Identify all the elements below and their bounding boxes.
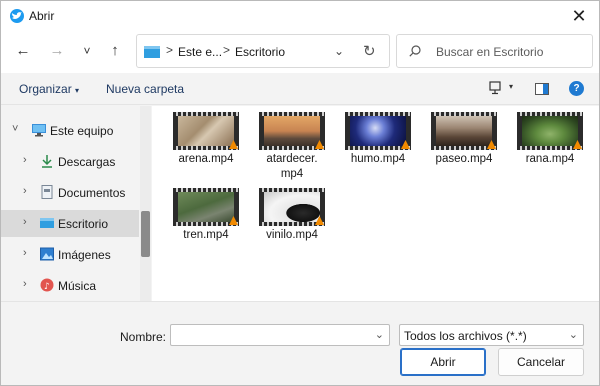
video-thumbnail	[517, 112, 583, 150]
file-item[interactable]: rana.mp4	[510, 106, 590, 176]
sidebar-item-label: Imágenes	[58, 248, 111, 262]
file-name-input[interactable]: ⌄	[170, 324, 390, 346]
sidebar-item-label: Este equipo	[50, 124, 114, 138]
close-icon[interactable]: ✕	[569, 6, 589, 26]
organize-label: Organizar	[19, 82, 72, 96]
recent-locations-chevron-icon[interactable]: ˅	[77, 41, 97, 61]
folder-icon	[144, 46, 160, 58]
breadcrumb-separator: >	[166, 43, 174, 57]
title-bar: Abrir ✕	[1, 1, 599, 31]
dialog-footer: Nombre: ⌄ Todos los archivos (*.*) ⌄ Abr…	[1, 301, 599, 385]
new-folder-button[interactable]: Nueva carpeta	[106, 82, 184, 96]
video-thumbnail	[259, 188, 325, 226]
sidebar-item-label: Escritorio	[58, 217, 109, 231]
sidebar-item-este-equipo[interactable]: ˅ Este equipo	[1, 117, 139, 144]
open-file-dialog: Abrir ✕ ← → ˅ ↑ > Este e... > Escritorio…	[0, 0, 600, 386]
svg-text:♪: ♪	[44, 282, 50, 292]
preview-pane-button[interactable]	[535, 83, 549, 98]
file-item[interactable]: humo.mp4	[338, 106, 418, 176]
file-name: paseo.mp4	[435, 153, 493, 165]
navigation-pane: ˅ Este equipo › Descargas › Documentos ›…	[1, 106, 152, 301]
expand-chevron-icon[interactable]: ›	[23, 185, 27, 197]
breadcrumb-escritorio[interactable]: Escritorio	[235, 45, 285, 59]
view-options-button[interactable]	[489, 81, 501, 98]
pc-icon	[32, 124, 46, 137]
sidebar-item-escritorio[interactable]: › Escritorio	[1, 210, 139, 237]
sidebar-item-musica[interactable]: › ♪ Música	[1, 272, 139, 299]
open-button[interactable]: Abrir	[400, 348, 486, 376]
sidebar-item-label: Música	[58, 279, 97, 293]
breadcrumb-separator: >	[223, 43, 231, 57]
file-item[interactable]: paseo.mp4	[424, 106, 504, 176]
sidebar-scrollbar-track[interactable]	[140, 106, 151, 301]
video-thumbnail	[259, 112, 325, 150]
sidebar-item-label: Documentos	[58, 186, 126, 200]
desktop-icon	[40, 218, 54, 228]
file-name-label: Nombre:	[120, 330, 167, 344]
navigation-bar: ← → ˅ ↑ > Este e... > Escritorio ⌄ ↻	[1, 31, 599, 73]
refresh-icon[interactable]: ↻	[363, 42, 376, 60]
sidebar-item-imagenes[interactable]: › Imágenes	[1, 241, 139, 268]
file-type-value: Todos los archivos (*.*)	[404, 329, 527, 343]
file-item[interactable]: arena.mp4	[166, 106, 246, 176]
expand-chevron-icon[interactable]: ›	[23, 278, 27, 290]
video-thumbnail	[345, 112, 411, 150]
file-name: tren.mp4	[183, 229, 229, 241]
file-item[interactable]: tren.mp4	[166, 182, 246, 252]
search-box[interactable]	[396, 34, 593, 68]
video-thumbnail	[431, 112, 497, 150]
file-type-chevron-icon: ⌄	[568, 329, 578, 341]
back-arrow-icon[interactable]: ←	[13, 41, 33, 61]
file-name: vinilo.mp4	[266, 229, 318, 241]
address-bar[interactable]: > Este e... > Escritorio ⌄ ↻	[136, 34, 390, 68]
video-thumbnail	[173, 112, 239, 150]
forward-arrow-icon[interactable]: →	[47, 41, 67, 61]
organize-button[interactable]: Organizar ▾	[19, 82, 79, 96]
file-name: humo.mp4	[350, 153, 406, 165]
expand-chevron-icon[interactable]: ˅	[12, 123, 18, 135]
breadcrumb-este-equipo[interactable]: Este e...	[178, 45, 222, 59]
preview-pane-icon	[535, 83, 549, 95]
up-arrow-icon[interactable]: ↑	[105, 41, 125, 61]
window-title: Abrir	[29, 9, 55, 23]
file-name: rana.mp4	[525, 153, 575, 165]
organize-caret-icon: ▾	[75, 86, 80, 95]
sidebar-scrollbar-thumb[interactable]	[141, 211, 150, 257]
file-name: atardecer. mp4	[252, 152, 332, 182]
download-icon	[42, 155, 52, 168]
address-dropdown-chevron-icon[interactable]: ⌄	[334, 44, 344, 58]
sidebar-item-documentos[interactable]: › Documentos	[1, 179, 139, 206]
search-icon	[409, 45, 421, 57]
file-name: arena.mp4	[178, 153, 234, 165]
expand-chevron-icon[interactable]: ›	[23, 247, 27, 259]
expand-chevron-icon[interactable]: ›	[23, 154, 27, 166]
video-thumbnail	[173, 188, 239, 226]
monitor-view-icon	[489, 81, 501, 95]
document-icon	[41, 185, 53, 199]
file-item[interactable]: atardecer. mp4	[252, 106, 332, 180]
sidebar-item-descargas[interactable]: › Descargas	[1, 148, 139, 175]
cancel-button[interactable]: Cancelar	[498, 348, 584, 376]
expand-chevron-icon[interactable]: ›	[23, 216, 27, 228]
file-name-line-1: atardecer.	[266, 153, 318, 165]
search-input[interactable]	[434, 43, 584, 61]
music-icon: ♪	[40, 278, 54, 292]
file-list: arena.mp4 atardecer. mp4 humo.mp4 paseo.…	[152, 106, 599, 301]
file-type-select[interactable]: Todos los archivos (*.*) ⌄	[399, 324, 584, 346]
sidebar-item-label: Descargas	[58, 155, 116, 169]
file-item[interactable]: vinilo.mp4	[252, 182, 332, 252]
help-icon[interactable]: ?	[569, 81, 584, 96]
pictures-icon	[40, 247, 54, 261]
file-name-dropdown-chevron-icon[interactable]: ⌄	[375, 328, 384, 341]
command-toolbar: Organizar ▾ Nueva carpeta ▾ ?	[1, 73, 599, 105]
file-name-line-2: mp4	[280, 168, 304, 180]
view-caret-icon[interactable]: ▾	[509, 82, 513, 91]
app-bird-icon	[10, 9, 24, 23]
